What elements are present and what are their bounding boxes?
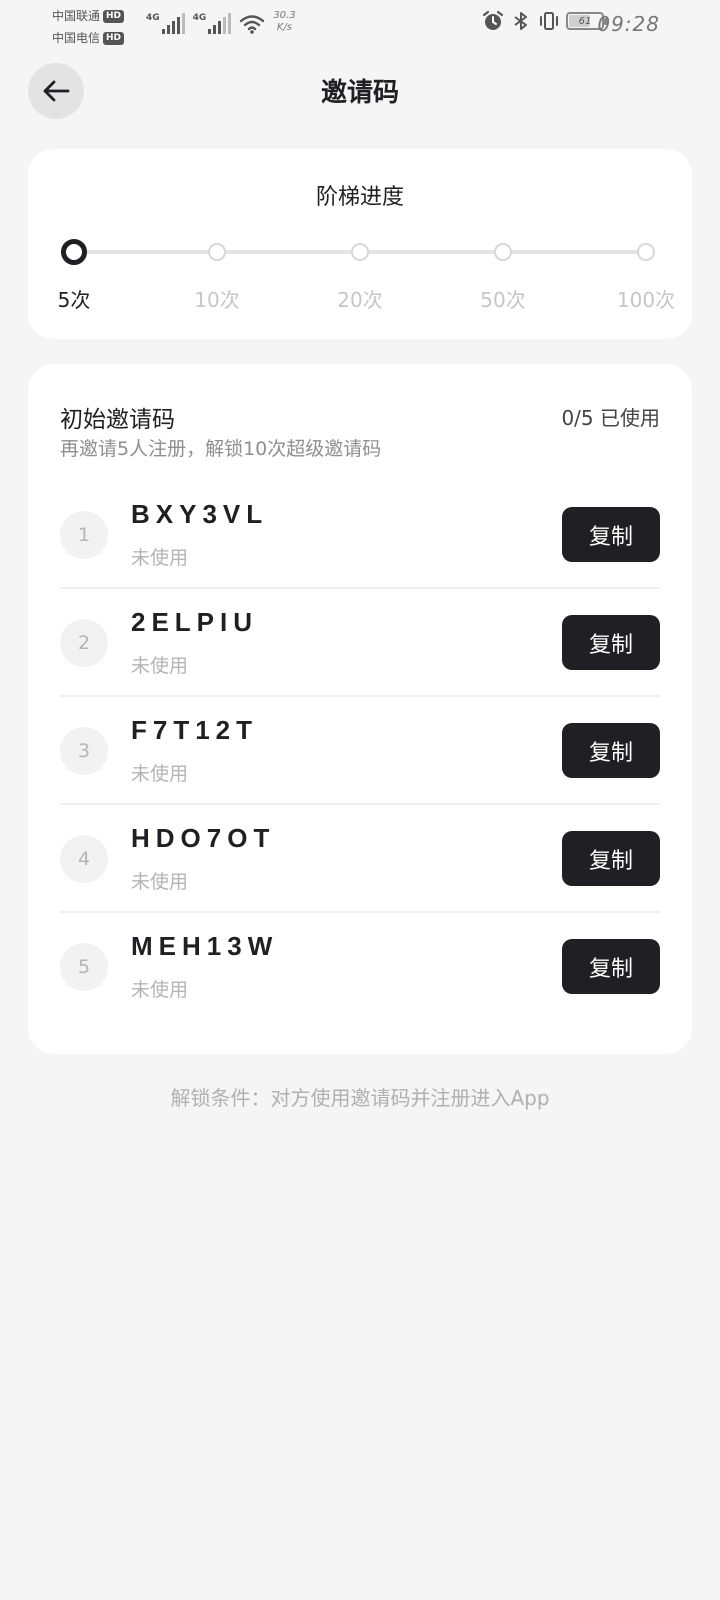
code-index: 5 [60,943,108,991]
code-index: 4 [60,835,108,883]
wifi-icon [240,15,265,34]
invite-codes-card: 初始邀请码 0/5 已使用 再邀请5人注册，解锁10次超级邀请码 1 BXY3V… [28,364,692,1054]
progress-step-label: 50次 [480,288,526,312]
code-row: 1 BXY3VL 未使用 复制 [60,481,660,589]
status-time: 09:28 [597,12,660,36]
invite-code: MEH13W [131,931,279,961]
invite-code: HDO7OT [131,823,276,853]
hd-badge: HD [103,31,125,45]
code-status: 未使用 [131,979,189,1001]
codes-subtitle: 再邀请5人注册，解锁10次超级邀请码 [60,438,382,460]
code-index: 1 [60,511,108,559]
copy-button[interactable]: 复制 [562,615,660,670]
network-speed: 30.3 K/s [273,10,296,33]
progress-step-label: 5次 [57,288,91,312]
code-status: 未使用 [131,871,189,893]
signal-strength-icon: 4G [146,13,185,34]
battery-level: 61 [578,15,592,27]
status-icons: 61 [482,10,607,32]
code-status: 未使用 [131,547,189,569]
code-list: 1 BXY3VL 未使用 复制 2 2ELPIU 未使用 复制 3 F7T12T… [60,481,660,1021]
network-type: 4G [146,13,160,23]
carrier-info: 中国联通 HD 中国电信 HD [52,5,125,49]
network-type: 4G [192,13,207,23]
carrier-2: 中国电信 [52,31,101,45]
code-status: 未使用 [131,763,189,785]
progress-node [61,239,87,265]
invite-code: F7T12T [131,715,259,745]
codes-title: 初始邀请码 [60,407,175,433]
code-index: 3 [60,727,108,775]
copy-button[interactable]: 复制 [562,723,660,778]
signal-strength-icon: 4G [193,13,232,34]
code-row: 2 2ELPIU 未使用 复制 [60,589,660,697]
signal-indicators: 4G 4G 30.3 K/s [146,10,296,34]
carrier-1: 中国联通 [52,9,101,23]
bluetooth-icon [514,12,527,30]
code-status: 未使用 [131,655,189,677]
alarm-icon [482,10,504,30]
ladder-progress-card: 阶梯进度 5次 10次 20次 50次 100次 [28,149,692,339]
invite-code: BXY3VL [131,499,269,529]
copy-button[interactable]: 复制 [562,939,660,994]
progress-step-label: 10次 [194,288,240,312]
progress-node [208,243,226,261]
unlock-condition-note: 解锁条件：对方使用邀请码并注册进入App [170,1086,550,1110]
progress-node [494,243,512,261]
progress-node [351,243,369,261]
code-row: 3 F7T12T 未使用 复制 [60,697,660,805]
copy-button[interactable]: 复制 [562,831,660,886]
hd-badge: HD [103,9,125,23]
page-title: 邀请码 [320,78,399,108]
vibrate-icon [540,12,558,30]
progress-step-label: 20次 [337,288,383,312]
copy-button[interactable]: 复制 [562,507,660,562]
code-row: 5 MEH13W 未使用 复制 [60,913,660,1021]
invite-code: 2ELPIU [131,607,259,637]
codes-usage: 0/5 已使用 [561,406,660,430]
progress-title: 阶梯进度 [315,185,404,210]
progress-step-label: 100次 [616,288,676,312]
progress-node [637,243,655,261]
status-bar: 中国联通 HD 中国电信 HD 4G 4G 30.3 K/s 61 09:28 [0,0,720,50]
code-row: 4 HDO7OT 未使用 复制 [60,805,660,913]
code-index: 2 [60,619,108,667]
